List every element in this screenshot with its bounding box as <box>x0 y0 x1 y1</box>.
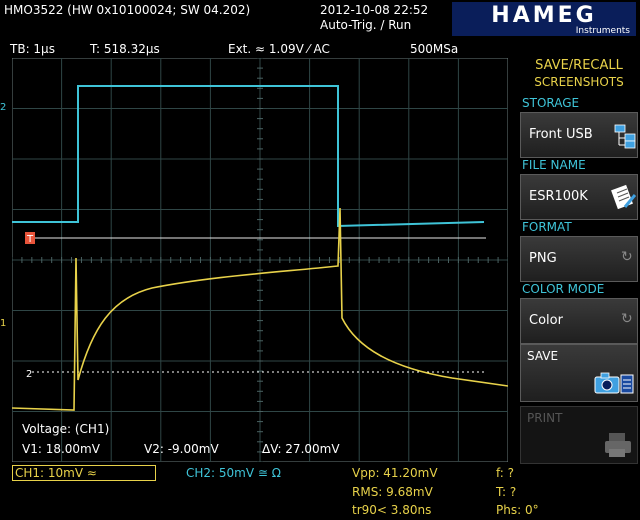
cursor-marker: 2 <box>26 369 32 380</box>
storage-value: Front USB <box>529 127 593 142</box>
meas-risetime: tr90< 3.80ns <box>352 503 432 517</box>
menu-subtitle: SCREENSHOTS <box>534 75 624 89</box>
samplerate-readout: 500MSa <box>410 42 459 56</box>
menu-title: SAVE/RECALL <box>535 58 623 73</box>
save-button[interactable]: SAVE <box>520 344 638 402</box>
cursor-label: Voltage: (CH1) <box>22 422 110 436</box>
folder-tree-icon <box>614 124 636 149</box>
filename-label: FILE NAME <box>522 158 586 172</box>
save-label: SAVE <box>527 349 559 363</box>
colormode-button[interactable]: Color ↻ <box>520 298 638 344</box>
hameg-logo: HAMEG Instruments <box>452 2 636 36</box>
meas-phase: Phs: 0° <box>496 503 539 517</box>
meas-period: T: ? <box>496 485 517 499</box>
rotate-icon: ↻ <box>621 249 633 265</box>
storage-button[interactable]: Front USB <box>520 112 638 158</box>
format-value: PNG <box>529 251 557 266</box>
meas-rms: RMS: 9.68mV <box>352 485 433 499</box>
meas-vpp: Vpp: 41.20mV <box>352 466 438 480</box>
time-readout[interactable]: T: 518.32µs <box>90 42 160 56</box>
trigger-mode: Auto-Trig. / Run <box>320 18 412 32</box>
ch2-settings[interactable]: CH2: 50mV ≅ Ω <box>186 466 281 480</box>
svg-text:T: T <box>26 234 34 245</box>
print-button[interactable]: PRINT <box>520 406 638 464</box>
ch1-settings[interactable]: CH1: 10mV ≈ <box>12 465 156 481</box>
trigger-marker[interactable]: T <box>25 232 35 245</box>
edit-note-icon <box>611 184 637 210</box>
status-line: TB: 1µs T: 518.32µs Ext. ≈ 1.09V ⁄ AC 50… <box>0 40 512 58</box>
cursor-delta: ΔV: 27.00mV <box>262 442 340 456</box>
colormode-value: Color <box>529 313 563 328</box>
printer-icon <box>605 433 631 457</box>
print-label: PRINT <box>527 411 563 425</box>
cursor-v2: V2: -9.00mV <box>144 442 219 456</box>
device-title: HMO3522 (HW 0x10100024; SW 04.202) <box>4 3 251 17</box>
rotate-icon: ↻ <box>621 311 633 327</box>
meas-frequency: f: ? <box>496 466 515 480</box>
format-label: FORMAT <box>522 220 572 234</box>
timebase-readout[interactable]: TB: 1µs <box>10 42 55 56</box>
cursor-v1: V1: 18.00mV <box>22 442 100 456</box>
ch1-offset-marker[interactable]: 1 <box>0 318 6 329</box>
datetime: 2012-10-08 22:52 <box>320 3 429 17</box>
logo-subtext: Instruments <box>576 26 631 36</box>
filename-value: ESR100K <box>529 189 588 204</box>
colormode-label: COLOR MODE <box>522 282 605 296</box>
filename-button[interactable]: ESR100K <box>520 174 638 220</box>
waveform-display[interactable]: T 2 <box>12 58 508 462</box>
storage-label: STORAGE <box>522 96 580 110</box>
camera-icon <box>594 372 634 394</box>
softkey-menu: SAVE/RECALL SCREENSHOTS STORAGE Front US… <box>518 56 640 520</box>
trigger-readout[interactable]: Ext. ≈ 1.09V ⁄ AC <box>228 42 330 56</box>
logo-text: HAMEG <box>491 3 596 28</box>
format-button[interactable]: PNG ↻ <box>520 236 638 282</box>
ch2-offset-marker[interactable]: 2 <box>0 102 6 113</box>
